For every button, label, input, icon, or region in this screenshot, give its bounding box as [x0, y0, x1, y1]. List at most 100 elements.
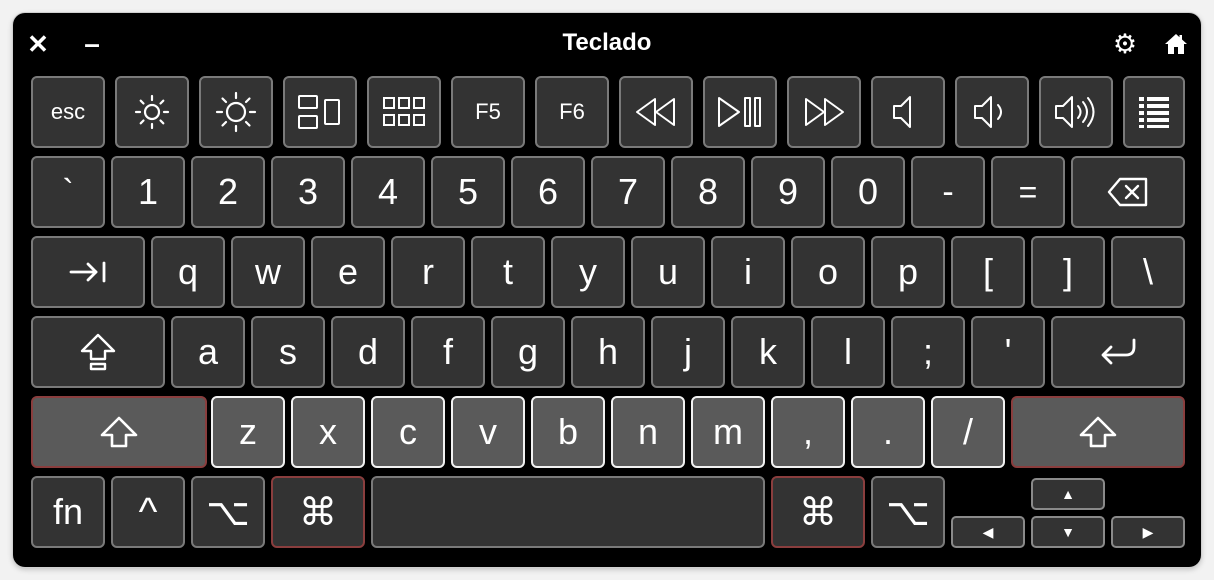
arrow-left-key[interactable]: ◀	[951, 516, 1025, 548]
fast-forward-icon	[803, 97, 845, 127]
key-right-bracket[interactable]: ]	[1031, 236, 1105, 308]
key-4[interactable]: 4	[351, 156, 425, 228]
key-1[interactable]: 1	[111, 156, 185, 228]
left-shift-key[interactable]	[31, 396, 207, 468]
key-l[interactable]: l	[811, 316, 885, 388]
title-bar: ✕ – Teclado ⚙	[13, 13, 1201, 77]
delete-icon	[1106, 176, 1150, 208]
key-backtick[interactable]: `	[31, 156, 105, 228]
mission-control-key[interactable]	[283, 76, 357, 148]
fast-forward-key[interactable]	[787, 76, 861, 148]
key-5[interactable]: 5	[431, 156, 505, 228]
key-6[interactable]: 6	[511, 156, 585, 228]
key-i[interactable]: i	[711, 236, 785, 308]
f6-key[interactable]: F6	[535, 76, 609, 148]
key-quote[interactable]: '	[971, 316, 1045, 388]
key-j[interactable]: j	[651, 316, 725, 388]
gear-icon[interactable]: ⚙	[1110, 29, 1140, 59]
list-icon	[1137, 95, 1171, 129]
key-p[interactable]: p	[871, 236, 945, 308]
return-key[interactable]	[1051, 316, 1185, 388]
left-command-key[interactable]: ⌘	[271, 476, 365, 548]
mute-icon	[888, 94, 928, 130]
key-d[interactable]: d	[331, 316, 405, 388]
key-2[interactable]: 2	[191, 156, 265, 228]
key-left-bracket[interactable]: [	[951, 236, 1025, 308]
key-backslash[interactable]: \	[1111, 236, 1185, 308]
arrow-up-key[interactable]: ▲	[1031, 478, 1105, 510]
keyboard-viewer-window: ✕ – Teclado ⚙ esc F5 F6 ` 1 2 3 4 5 6 7 …	[13, 13, 1201, 567]
key-7[interactable]: 7	[591, 156, 665, 228]
caps-lock-key[interactable]	[31, 316, 165, 388]
return-icon	[1098, 337, 1138, 367]
key-e[interactable]: e	[311, 236, 385, 308]
home-icon[interactable]	[1161, 30, 1191, 58]
arrow-right-key[interactable]: ▶	[1111, 516, 1185, 548]
key-m[interactable]: m	[691, 396, 765, 468]
key-n[interactable]: n	[611, 396, 685, 468]
key-k[interactable]: k	[731, 316, 805, 388]
tab-key[interactable]	[31, 236, 145, 308]
brightness-down-icon	[130, 90, 174, 134]
key-b[interactable]: b	[531, 396, 605, 468]
space-bar[interactable]	[371, 476, 765, 548]
key-c[interactable]: c	[371, 396, 445, 468]
volume-up-key[interactable]	[1039, 76, 1113, 148]
key-3[interactable]: 3	[271, 156, 345, 228]
key-8[interactable]: 8	[671, 156, 745, 228]
key-slash[interactable]: /	[931, 396, 1005, 468]
key-v[interactable]: v	[451, 396, 525, 468]
shift-icon	[99, 415, 139, 449]
key-r[interactable]: r	[391, 236, 465, 308]
rewind-icon	[635, 97, 677, 127]
brightness-up-key[interactable]	[199, 76, 273, 148]
mute-key[interactable]	[871, 76, 945, 148]
tab-icon	[68, 260, 108, 284]
key-equals[interactable]: =	[991, 156, 1065, 228]
brightness-up-icon	[214, 90, 258, 134]
delete-key[interactable]	[1071, 156, 1185, 228]
key-q[interactable]: q	[151, 236, 225, 308]
shift-icon	[1078, 415, 1118, 449]
key-minus[interactable]: -	[911, 156, 985, 228]
window-title: Teclado	[562, 29, 652, 56]
launchpad-icon	[382, 96, 426, 128]
key-t[interactable]: t	[471, 236, 545, 308]
key-z[interactable]: z	[211, 396, 285, 468]
key-w[interactable]: w	[231, 236, 305, 308]
key-g[interactable]: g	[491, 316, 565, 388]
key-semicolon[interactable]: ;	[891, 316, 965, 388]
key-f[interactable]: f	[411, 316, 485, 388]
right-command-key[interactable]: ⌘	[771, 476, 865, 548]
launchpad-key[interactable]	[367, 76, 441, 148]
volume-down-key[interactable]	[955, 76, 1029, 148]
volume-down-icon	[971, 94, 1013, 130]
arrow-down-key[interactable]: ▼	[1031, 516, 1105, 548]
right-option-key[interactable]: ⌥	[871, 476, 945, 548]
control-key[interactable]: ^	[111, 476, 185, 548]
key-a[interactable]: a	[171, 316, 245, 388]
caps-lock-icon	[78, 332, 118, 372]
key-9[interactable]: 9	[751, 156, 825, 228]
right-shift-key[interactable]	[1011, 396, 1185, 468]
key-s[interactable]: s	[251, 316, 325, 388]
key-y[interactable]: y	[551, 236, 625, 308]
play-pause-key[interactable]	[703, 76, 777, 148]
key-x[interactable]: x	[291, 396, 365, 468]
key-comma[interactable]: ,	[771, 396, 845, 468]
key-o[interactable]: o	[791, 236, 865, 308]
fn-key[interactable]: fn	[31, 476, 105, 548]
key-u[interactable]: u	[631, 236, 705, 308]
esc-key[interactable]: esc	[31, 76, 105, 148]
key-h[interactable]: h	[571, 316, 645, 388]
key-period[interactable]: .	[851, 396, 925, 468]
mission-control-icon	[297, 94, 343, 130]
brightness-down-key[interactable]	[115, 76, 189, 148]
volume-up-icon	[1053, 94, 1099, 130]
play-pause-icon	[717, 96, 763, 128]
f5-key[interactable]: F5	[451, 76, 525, 148]
left-option-key[interactable]: ⌥	[191, 476, 265, 548]
key-0[interactable]: 0	[831, 156, 905, 228]
rewind-key[interactable]	[619, 76, 693, 148]
menu-key[interactable]	[1123, 76, 1185, 148]
